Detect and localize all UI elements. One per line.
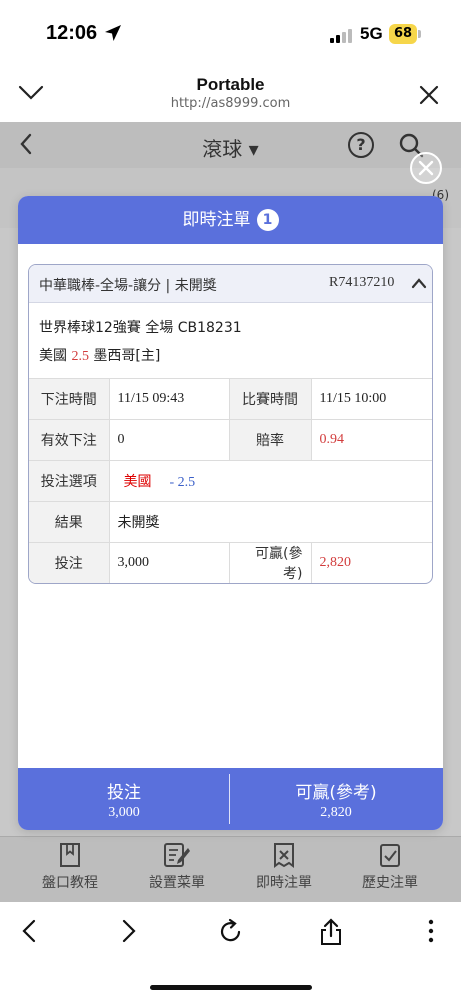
status-time: 12:06	[46, 22, 98, 44]
valid-bet-value: 0	[108, 419, 229, 461]
network-label: 5G	[360, 24, 383, 43]
close-icon[interactable]	[418, 84, 440, 106]
app-title[interactable]: 滾球 ▾	[0, 133, 461, 162]
odds-value: 0.94	[310, 419, 432, 461]
forward-icon[interactable]	[120, 918, 138, 944]
nav-item-settings[interactable]: 設置菜單	[132, 842, 222, 892]
ticket-league: 中華職棒-全場-讓分 | 未開獎	[39, 278, 217, 294]
bet-ticket-card: 中華職棒-全場-讓分 | 未開獎 R74137210 世界棒球12強賽 全場 C…	[28, 264, 433, 584]
odds-label: 賠率	[228, 419, 311, 461]
valid-bet-label: 有效下注	[29, 419, 109, 461]
bet-time-label: 下注時間	[29, 378, 109, 420]
nav-label: 盤口教程	[42, 875, 98, 891]
handicap-value: 2.5	[71, 349, 89, 364]
stake-value: 3,000	[108, 542, 229, 583]
help-icon[interactable]: ?	[348, 132, 374, 158]
ticket-ref: R74137210	[329, 275, 395, 290]
win-label: 可贏(參考)	[228, 542, 311, 583]
share-icon[interactable]	[318, 918, 344, 946]
table-row: 投注選項 美國 - 2.5	[29, 460, 432, 502]
location-arrow-icon	[105, 25, 121, 41]
pick-handicap: - 2.5	[169, 475, 196, 490]
nav-label: 設置菜單	[149, 875, 205, 891]
match-time-value: 11/15 10:00	[310, 378, 432, 420]
home-indicator	[150, 985, 312, 990]
reload-icon[interactable]	[218, 918, 244, 944]
nav-label: 歷史注單	[362, 875, 418, 891]
history-icon	[380, 844, 400, 867]
team-away: 墨西哥[主]	[93, 348, 161, 364]
table-row: 下注時間 11/15 09:43 比賽時間 11/15 10:00	[29, 378, 432, 420]
result-value: 未開獎	[108, 501, 432, 543]
browser-url: http://as8999.com	[170, 96, 291, 111]
pick-team: 美國	[123, 474, 152, 490]
footer-stake-value: 3,000	[108, 805, 140, 820]
modal-footer: 投注 3,000 可贏(參考) 2,820	[18, 768, 443, 830]
edit-list-icon	[164, 843, 190, 867]
back-icon[interactable]	[20, 918, 38, 944]
option-label: 投注選項	[29, 460, 109, 502]
footer-win-value: 2,820	[320, 805, 352, 820]
stake-label: 投注	[29, 542, 109, 583]
team-line: 美國 2.5 墨西哥[主]	[39, 345, 160, 365]
live-bets-modal: 即時注單 1 中華職棒-全場-讓分 | 未開獎 R74137210 世界棒球12強…	[18, 196, 443, 830]
browser-title: Portable	[196, 75, 265, 94]
live-bet-icon	[274, 843, 294, 868]
nav-item-tutorial[interactable]: 盤口教程	[25, 842, 115, 892]
count-badge: 1	[256, 209, 279, 231]
footer-win-label: 可贏(參考)	[295, 783, 377, 803]
bet-time-value: 11/15 09:43	[108, 378, 229, 420]
ticket-details: 下注時間 11/15 09:43 比賽時間 11/15 10:00 有效下注 0…	[29, 378, 432, 583]
overlay-close-button[interactable]	[410, 152, 442, 184]
result-label: 結果	[29, 501, 109, 543]
battery-icon: 68	[389, 24, 417, 44]
modal-title: 即時注單	[182, 210, 251, 230]
table-row: 投注 3,000 可贏(參考) 2,820	[29, 542, 432, 583]
match-name: 世界棒球12強賽 全場 CB18231	[39, 320, 242, 336]
modal-header: 即時注單 1	[18, 196, 443, 244]
nav-label: 即時注單	[256, 875, 312, 891]
battery-tip	[418, 30, 421, 38]
table-row: 結果 未開獎	[29, 501, 432, 543]
match-time-label: 比賽時間	[228, 378, 311, 420]
more-vertical-icon[interactable]	[426, 918, 436, 944]
option-value: 美國 - 2.5	[108, 460, 432, 502]
win-value: 2,820	[310, 542, 432, 583]
footer-stake: 投注 3,000	[18, 768, 230, 830]
team-home: 美國	[39, 348, 67, 364]
signal-icon	[330, 29, 352, 43]
nav-item-history[interactable]: 歷史注單	[345, 842, 435, 892]
nav-item-live-bets[interactable]: 即時注單	[239, 842, 329, 892]
table-row: 有效下注 0 賠率 0.94	[29, 419, 432, 461]
close-icon	[418, 160, 434, 176]
chevron-up-icon[interactable]	[411, 277, 427, 289]
footer-stake-label: 投注	[107, 783, 141, 803]
footer-win: 可贏(參考) 2,820	[230, 768, 442, 830]
book-icon	[60, 843, 80, 867]
